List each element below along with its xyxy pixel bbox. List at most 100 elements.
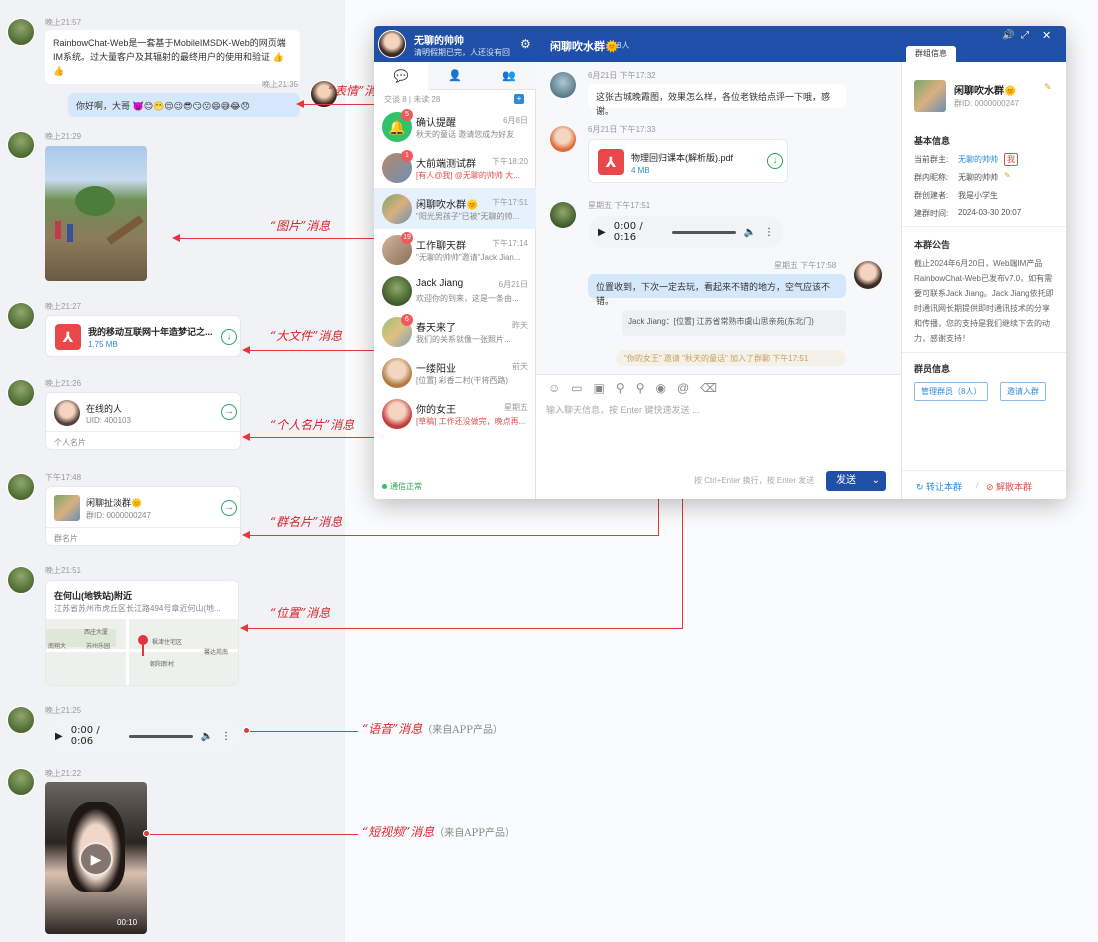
msg-time: 晚上21:27 [45, 302, 82, 311]
group-name: 闲聊扯淡群🌞 [86, 498, 143, 508]
annotation-card: “个人名片”消息 [270, 418, 355, 432]
session-count: 交谈 8 | 未读 28 [384, 95, 441, 104]
chat-tab-icon[interactable]: 💬 [374, 62, 428, 90]
text-message: 这张古城晚霞图，效果怎么样，各位老铁给点评一下哦，感谢。 [588, 84, 846, 116]
dissolve-group-button[interactable]: ⊘ 解散本群 [986, 480, 1032, 493]
session-item[interactable]: Jack Jiang 6月21日 欢迎你的到来，这是一条由... [374, 270, 536, 311]
volume-icon[interactable]: 🔈 [744, 227, 756, 238]
invite-button[interactable]: 邀请入群 [1000, 382, 1046, 401]
session-item[interactable]: 一缕阳业 前天 [位置] 彩香二村(干将西路) [374, 352, 536, 393]
file-message[interactable]: ⅄ 物理回归课本(解析版).pdf 4 MB ↓ [588, 139, 788, 183]
annotation-voice: “语音”消息（来自APP产品） [362, 722, 503, 736]
more-icon[interactable]: ⋮ [764, 227, 774, 238]
audio-time: 0:00 / 0:06 [70, 725, 100, 747]
send-button[interactable]: 发送 ⌄ [826, 471, 886, 491]
arrow-right-icon[interactable]: → [221, 404, 237, 420]
card-footer: 群名片 [54, 534, 78, 543]
section-title: 群员信息 [914, 364, 951, 374]
groups-tab-icon[interactable]: 👥 [482, 62, 536, 90]
edit-icon[interactable]: ✎ [1004, 171, 1011, 180]
avatar [382, 399, 412, 429]
voice-message[interactable]: ▶ 0:00 / 0:16 🔈 ⋮ [588, 216, 784, 248]
download-icon[interactable]: ↓ [221, 329, 237, 345]
quoted-location[interactable]: Jack Jiang：[位置] 江苏省常熟市虞山思亲苑(东北门) [622, 310, 846, 336]
audio-progress[interactable] [671, 230, 736, 234]
avatar[interactable] [7, 131, 35, 159]
contacts-tab-icon[interactable]: 👤 [428, 62, 482, 90]
session-item[interactable]: 6 春天来了 昨天 我们的关系就像一张照片... [374, 311, 536, 352]
sound-icon[interactable]: 🔊 [1002, 30, 1014, 41]
avatar[interactable] [550, 126, 576, 152]
avatar[interactable] [7, 566, 35, 594]
session-item-active[interactable]: 闲聊吹水群🌞 下午17:51 "阳光男孩子"已被"无聊的帅... [374, 188, 536, 229]
play-icon[interactable]: ▶ [55, 731, 63, 742]
annotation-image: “图片”消息 [270, 219, 331, 233]
close-icon[interactable]: ✕ [1042, 29, 1051, 42]
transfer-group-button[interactable]: ↻ 转让本群 [916, 480, 962, 493]
session-list: 💬 👤 👥 交谈 8 | 未读 28 + 🔔 5 确认提醒 6月8日 秋天的童话 邀请… [374, 62, 536, 499]
file-size: 1.75 MB [88, 340, 118, 349]
network-status: 通信正常 [390, 482, 422, 491]
toolbar-icons[interactable]: ☺▭▣⚲⚲◉@⌫ [548, 381, 728, 395]
app-window: 无聊的帅帅 清明假期已完，人还没有回 ⚙ 闲聊吹水群🌞 8人 🔊 ⤢ ✕ 群组信… [374, 26, 1066, 499]
my-avatar[interactable] [854, 261, 882, 289]
edit-icon[interactable]: ✎ [1044, 82, 1052, 93]
location-title: 在何山(地铁站)附近 [54, 591, 132, 601]
video-message[interactable]: ▶ 00:10 [45, 782, 147, 934]
more-icon[interactable]: ⋮ [221, 731, 231, 742]
location-message[interactable]: 在何山(地铁站)附近 江苏省苏州市虎丘区长江路494号章近何山(地... 南翔大… [45, 580, 239, 686]
chat-title: 闲聊吹水群🌞 [550, 41, 619, 53]
maximize-icon[interactable]: ⤢ [1021, 30, 1029, 41]
map-label: 馨达苑南 [204, 650, 229, 656]
settings-icon[interactable]: ⚙ [520, 37, 531, 51]
status-dot [382, 484, 387, 489]
group-name: 闲聊吹水群🌞 [954, 86, 1017, 97]
message-input[interactable]: 输入聊天信息，按 Enter 键快速发送 ... [546, 403, 700, 416]
my-avatar[interactable] [378, 30, 406, 58]
play-icon[interactable]: ▶ [79, 842, 113, 876]
chevron-down-icon[interactable]: ⌄ [872, 471, 880, 491]
video-duration: 00:10 [117, 918, 138, 927]
image-message[interactable] [45, 146, 147, 281]
audio-progress[interactable] [128, 734, 193, 738]
avatar[interactable] [7, 302, 35, 330]
pdf-icon: ⅄ [55, 324, 81, 350]
avatar[interactable] [7, 18, 35, 46]
avatar[interactable] [550, 72, 576, 98]
avatar[interactable] [7, 768, 35, 796]
msg-time: 下午17:48 [45, 473, 82, 482]
msg-time: 星期五 下午17:51 [588, 201, 651, 210]
avatar[interactable] [550, 202, 576, 228]
audio-time: 0:00 / 0:16 [613, 221, 643, 243]
avatar [382, 358, 412, 388]
contact-card-message[interactable]: 在线的人 UID: 400103 → 个人名片 [45, 392, 242, 450]
arrow-right-icon[interactable]: → [221, 500, 237, 516]
annotation-groupcard: “群名片”消息 [270, 515, 343, 529]
download-icon[interactable]: ↓ [767, 153, 783, 169]
msg-time: 晚上21:26 [45, 379, 82, 388]
session-item[interactable]: 🔔 5 确认提醒 6月8日 秋天的童话 邀请您成为好友 [374, 106, 536, 147]
volume-icon[interactable]: 🔈 [201, 731, 213, 742]
session-item[interactable]: 1 大前端测试群 下午18:20 [有人@我] @无聊的帅帅 大... [374, 147, 536, 188]
file-message[interactable]: ⅄ 我的移动互联网十年造梦记之... 1.75 MB ↓ [45, 315, 241, 357]
refresh-icon: ↻ [916, 482, 927, 492]
group-card-message[interactable]: 闲聊扯淡群🌞 群ID: 0000000247 → 群名片 [45, 486, 242, 546]
file-name: 物理回归课本(解析版).pdf [631, 153, 734, 163]
group-id: 群ID: 0000000247 [954, 99, 1019, 108]
tab-group-info[interactable]: 群组信息 [906, 46, 956, 62]
ban-icon: ⊘ [986, 482, 997, 492]
session-item[interactable]: 你的女王 星期五 [草稿] 工作还没做完，晚点再... [374, 393, 536, 434]
manage-members-button[interactable]: 管理群员（8人） [914, 382, 989, 401]
map-label: 枫津住宅区 [152, 640, 183, 646]
avatar[interactable] [7, 706, 35, 734]
avatar [382, 276, 412, 306]
voice-message[interactable]: ▶ 0:00 / 0:06 🔈 ⋮ [45, 720, 241, 752]
avatar[interactable] [7, 379, 35, 407]
play-icon[interactable]: ▶ [598, 227, 606, 238]
avatar[interactable] [7, 473, 35, 501]
add-icon[interactable]: + [514, 94, 524, 104]
contact-uid: UID: 400103 [86, 416, 131, 425]
map-label: 南翔大 [48, 644, 67, 650]
session-item[interactable]: 19 工作聊天群 下午17:14 "无聊的帅帅"邀请"Jack Jian... [374, 229, 536, 270]
msg-time: 6月21日 下午17:32 [588, 71, 656, 80]
